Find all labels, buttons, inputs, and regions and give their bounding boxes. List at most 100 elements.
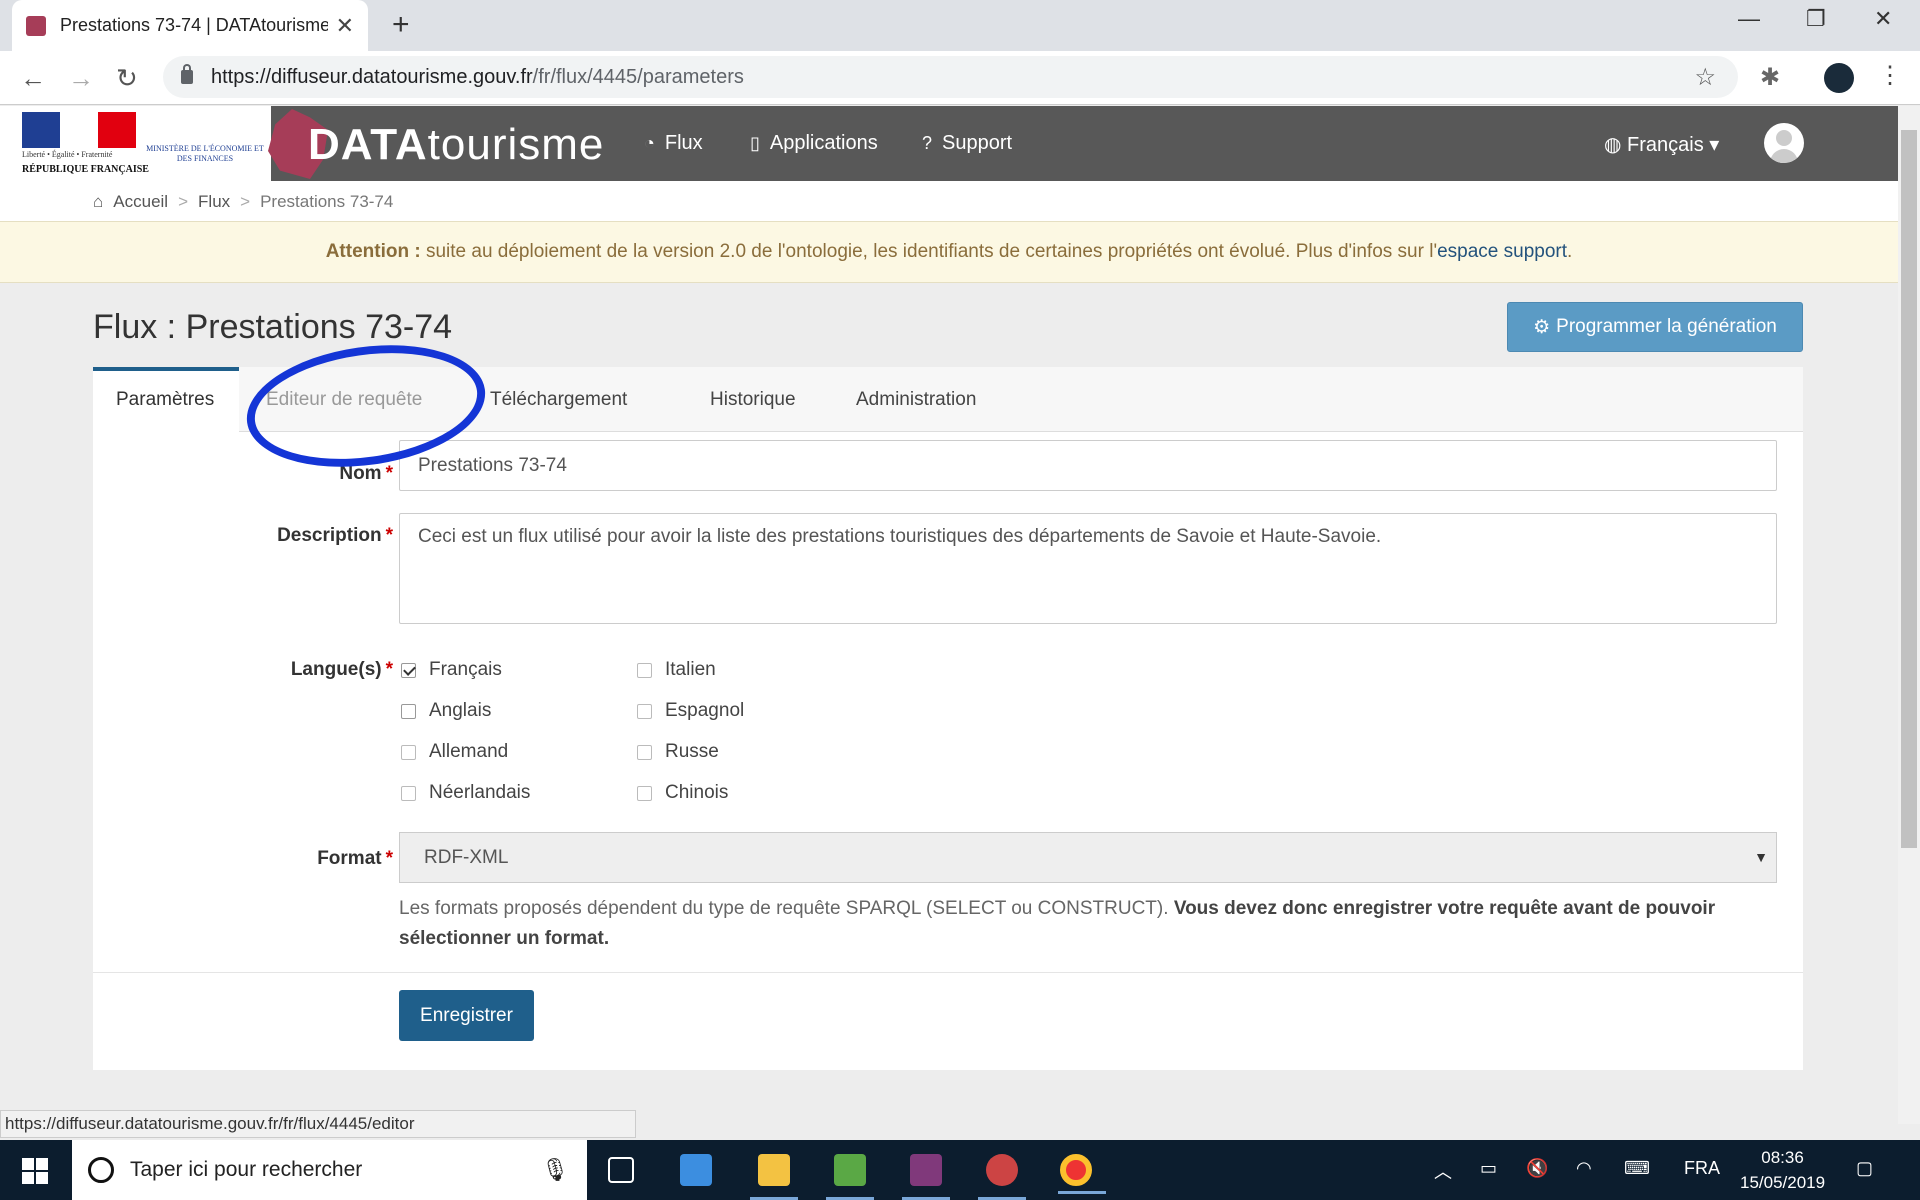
- format-label: Format *: [93, 848, 393, 870]
- page-title: Flux : Prestations 73-74: [93, 308, 453, 346]
- language-label: Français: [429, 659, 502, 680]
- checkbox[interactable]: [401, 703, 416, 719]
- address-bar[interactable]: https://diffuseur.datatourisme.gouv.fr/f…: [163, 56, 1738, 98]
- tray-chevron-up-icon[interactable]: ︿: [1434, 1158, 1452, 1184]
- window-close-icon[interactable]: ✕: [1874, 6, 1892, 32]
- language-label: Néerlandais: [429, 782, 531, 803]
- user-avatar[interactable]: [1764, 123, 1804, 163]
- taskbar-search[interactable]: Taper ici pour rechercher 🎙: [72, 1140, 587, 1200]
- link-status-bar: https://diffuseur.datatourisme.gouv.fr/f…: [0, 1110, 636, 1138]
- mobile-icon: ▯: [750, 133, 760, 153]
- checkbox[interactable]: [401, 785, 416, 801]
- language-label: Allemand: [429, 741, 509, 762]
- page-scrollbar[interactable]: [1898, 106, 1920, 1124]
- system-clock[interactable]: 08:36 15/05/2019: [1740, 1145, 1825, 1195]
- restore-icon[interactable]: ❐: [1806, 6, 1826, 32]
- required-mark: *: [385, 463, 393, 484]
- checkbox[interactable]: [637, 662, 652, 678]
- nav-flux[interactable]: ◔ Flux: [644, 132, 703, 155]
- chrome-icon[interactable]: [1058, 1154, 1106, 1194]
- bookmark-star-icon[interactable]: ☆: [1694, 63, 1716, 92]
- profile-avatar[interactable]: [1824, 63, 1854, 93]
- language-label: Russe: [665, 741, 719, 762]
- back-icon[interactable]: ←: [20, 63, 46, 94]
- language-option-allemand[interactable]: Allemand: [401, 741, 508, 763]
- media-player-icon[interactable]: [680, 1154, 712, 1186]
- format-value: RDF-XML: [424, 847, 509, 868]
- wifi-icon[interactable]: ◠: [1576, 1158, 1592, 1179]
- website: Liberté • Égalité • Fraternité RÉPUBLIQU…: [0, 106, 1898, 1124]
- alert-text: suite au déploiement de la version 2.0 d…: [420, 241, 1438, 262]
- language-dropdown[interactable]: ◍ Français ▾: [1604, 132, 1719, 157]
- language-option-chinois[interactable]: Chinois: [637, 782, 728, 804]
- checkbox[interactable]: [637, 785, 652, 801]
- search-placeholder: Taper ici pour rechercher: [130, 1158, 363, 1181]
- flux-panel: Paramètres Editeur de requête Télécharge…: [93, 367, 1803, 1070]
- chevron-down-icon: ▼: [1754, 849, 1768, 865]
- language-option-anglais[interactable]: Anglais: [401, 700, 491, 722]
- nav-applications[interactable]: ▯ Applications: [750, 132, 878, 155]
- globe-icon: ◍: [1604, 134, 1628, 156]
- save-button[interactable]: Enregistrer: [399, 990, 534, 1041]
- name-input[interactable]: Prestations 73-74: [399, 440, 1777, 491]
- notifications-icon[interactable]: ▢: [1856, 1158, 1873, 1179]
- reload-icon[interactable]: ↻: [116, 63, 138, 94]
- checkbox[interactable]: [401, 744, 416, 760]
- language-option-italien[interactable]: Italien: [637, 659, 716, 681]
- nav-flux-label: Flux: [664, 132, 703, 154]
- breadcrumb-flux[interactable]: Flux: [198, 192, 230, 212]
- minimize-icon[interactable]: —: [1738, 6, 1760, 32]
- language-option-russe[interactable]: Russe: [637, 741, 719, 763]
- new-tab-icon[interactable]: +: [392, 8, 410, 42]
- checkbox-checked[interactable]: [401, 662, 416, 678]
- tab-close-icon[interactable]: ✕: [336, 13, 354, 39]
- paint-icon[interactable]: [826, 1154, 874, 1200]
- description-textarea[interactable]: Ceci est un flux utilisé pour avoir la l…: [399, 513, 1777, 624]
- scrollbar-thumb[interactable]: [1901, 130, 1917, 848]
- checkbox[interactable]: [637, 744, 652, 760]
- extension-icon[interactable]: ✱: [1760, 63, 1780, 92]
- input-language[interactable]: FRA: [1684, 1158, 1720, 1179]
- browser-menu-icon[interactable]: ⋮: [1878, 61, 1902, 90]
- file-explorer-icon[interactable]: [750, 1154, 798, 1200]
- windows-start-icon[interactable]: [22, 1158, 48, 1184]
- lock-icon: [181, 64, 193, 84]
- battery-icon[interactable]: ▭: [1480, 1158, 1497, 1179]
- required-mark: *: [385, 659, 393, 680]
- snipping-tool-icon[interactable]: [978, 1154, 1026, 1200]
- ministry-name: MINISTÈRE DE L'ÉCONOMIE ET DES FINANCES: [146, 144, 264, 163]
- volume-muted-icon[interactable]: 🔇: [1526, 1158, 1548, 1179]
- language-option-neerlandais[interactable]: Néerlandais: [401, 782, 530, 804]
- schedule-generation-button[interactable]: ⚙ Programmer la génération: [1507, 302, 1803, 352]
- task-view-icon[interactable]: [608, 1157, 634, 1183]
- language-label: Espagnol: [665, 700, 745, 721]
- forward-icon[interactable]: →: [68, 63, 94, 94]
- tab-administration[interactable]: Administration: [833, 367, 999, 432]
- gears-icon: ⚙: [1533, 316, 1551, 338]
- microphone-icon[interactable]: 🎙: [541, 1157, 569, 1183]
- url-path: /fr/flux/4445/parameters: [532, 65, 744, 88]
- checkbox[interactable]: [637, 703, 652, 719]
- tab-parametres[interactable]: Paramètres: [93, 367, 239, 433]
- nav-support[interactable]: ? Support: [922, 132, 1012, 155]
- rf-motto: Liberté • Égalité • Fraternité: [22, 150, 113, 159]
- language-label: Chinois: [665, 782, 729, 803]
- tab-title: Prestations 73-74 | DATAtourisme: [60, 15, 328, 35]
- windows-taskbar: Taper ici pour rechercher 🎙 ︿ ▭ 🔇 ◠ ⌨ FR…: [0, 1140, 1920, 1200]
- brand-logo[interactable]: DATAtourisme: [308, 120, 604, 170]
- support-link[interactable]: espace support: [1437, 241, 1567, 262]
- format-select[interactable]: RDF-XML ▼: [399, 832, 1777, 883]
- language-option-francais[interactable]: Français: [401, 659, 502, 681]
- format-help: Les formats proposés dépendent du type d…: [399, 894, 1777, 954]
- home-icon: ⌂: [93, 192, 104, 211]
- language-label: Anglais: [429, 700, 492, 721]
- breadcrumb-home[interactable]: Accueil: [113, 192, 168, 212]
- browser-tab[interactable]: Prestations 73-74 | DATAtourisme ✕: [12, 0, 368, 51]
- onenote-icon[interactable]: [902, 1154, 950, 1200]
- alert-end: .: [1567, 241, 1573, 262]
- tab-telechargement[interactable]: Téléchargement: [467, 367, 650, 432]
- language-option-espagnol[interactable]: Espagnol: [637, 700, 744, 722]
- gov-logo[interactable]: Liberté • Égalité • Fraternité RÉPUBLIQU…: [0, 106, 271, 181]
- tab-historique[interactable]: Historique: [687, 367, 819, 432]
- keyboard-icon[interactable]: ⌨: [1624, 1158, 1650, 1179]
